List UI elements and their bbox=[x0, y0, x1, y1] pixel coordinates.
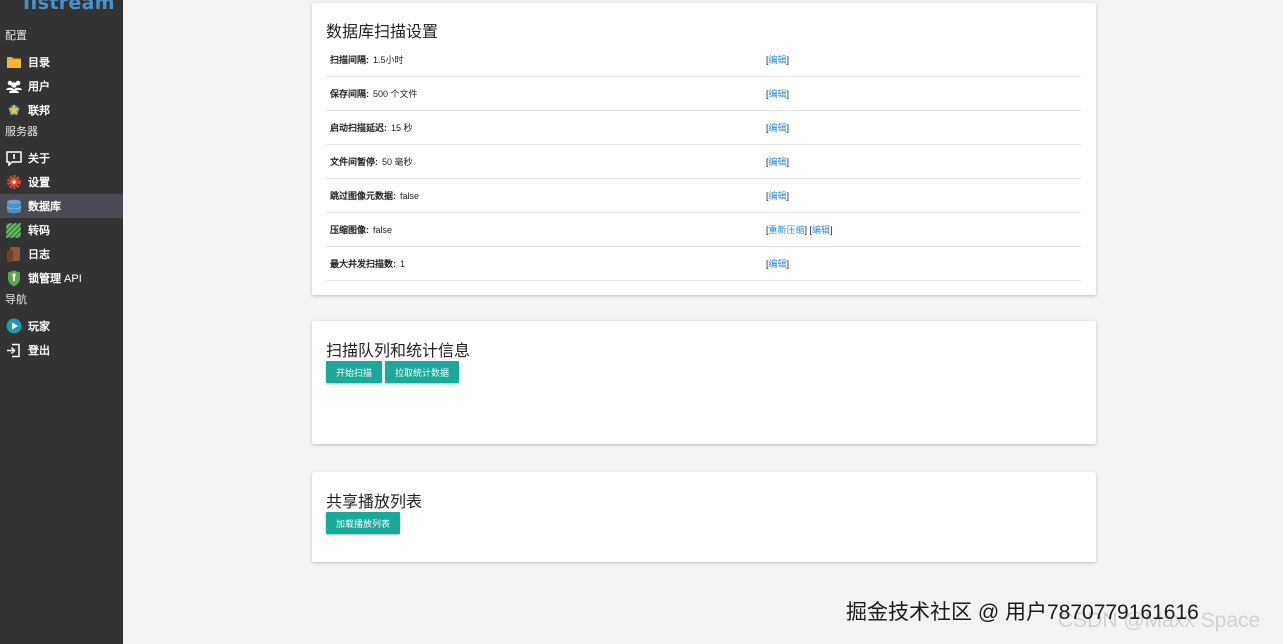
button-row: 加载播放列表 bbox=[326, 512, 1081, 534]
sidebar-item-label: 转码 bbox=[28, 225, 50, 237]
play-icon bbox=[5, 318, 22, 335]
start-scan-button[interactable]: 开始扫描 bbox=[326, 361, 383, 383]
nav-heading-server: 服务器 bbox=[5, 126, 38, 138]
setting-value: 15 秒 bbox=[391, 123, 413, 133]
card-title: 扫描队列和统计信息 bbox=[326, 343, 471, 360]
log-icon bbox=[5, 246, 22, 263]
sidebar-item-label: 目录 bbox=[28, 57, 50, 69]
sidebar-item-lock-api[interactable]: 锁管理 API bbox=[0, 266, 123, 290]
setting-value: false bbox=[400, 190, 420, 201]
setting-label: 跳过图像元数据: bbox=[330, 191, 396, 201]
setting-actions: [编辑] bbox=[766, 189, 790, 202]
sidebar-item-logs[interactable]: 日志 bbox=[0, 242, 123, 266]
info-icon bbox=[5, 150, 22, 167]
sidebar-item-users[interactable]: 用户 bbox=[0, 74, 123, 98]
edit-link[interactable]: 编辑 bbox=[812, 223, 830, 236]
edit-link[interactable]: 编辑 bbox=[769, 53, 787, 66]
setting-value: 500 个文件 bbox=[373, 89, 418, 99]
button-row: 开始扫描 拉取统计数据 bbox=[326, 361, 1081, 383]
gear-icon bbox=[5, 174, 22, 191]
edit-link[interactable]: 编辑 bbox=[769, 87, 787, 100]
sidebar-item-label: 日志 bbox=[28, 249, 50, 261]
folder-icon bbox=[5, 54, 22, 71]
setting-label: 文件间暂停: bbox=[330, 157, 378, 167]
sidebar-item-player[interactable]: 玩家 bbox=[0, 314, 123, 338]
setting-actions: [编辑] bbox=[766, 53, 790, 66]
sidebar-item-label: 设置 bbox=[28, 177, 50, 189]
sidebar-item-label: 用户 bbox=[28, 81, 50, 93]
settings-row-max-concurrent-scans: 最大并发扫描数: 1 [编辑] bbox=[326, 247, 1081, 281]
users-icon bbox=[5, 78, 22, 95]
sidebar-item-settings[interactable]: 设置 bbox=[0, 170, 123, 194]
db-scan-settings-card: 数据库扫描设置 扫描间隔: 1.5小时 [编辑] 保存间隔: 500 个文件 [… bbox=[312, 3, 1096, 295]
setting-actions: [编辑] bbox=[766, 121, 790, 134]
edit-link[interactable]: 编辑 bbox=[769, 121, 787, 134]
settings-row-file-pause: 文件间暂停: 50 毫秒 [编辑] bbox=[326, 145, 1081, 179]
edit-link[interactable]: 编辑 bbox=[769, 189, 787, 202]
recompress-link[interactable]: 重新压缩 bbox=[769, 223, 805, 236]
sidebar-item-label: 关于 bbox=[28, 153, 50, 165]
settings-row-startup-delay: 启动扫描延迟: 15 秒 [编辑] bbox=[326, 111, 1081, 145]
sidebar-item-label: 玩家 bbox=[28, 321, 50, 333]
setting-value: 1.5小时 bbox=[373, 55, 404, 65]
logout-icon bbox=[5, 342, 22, 359]
logo-text: IIstream bbox=[23, 0, 115, 14]
sidebar-item-label: 数据库 bbox=[28, 201, 61, 213]
lock-icon bbox=[5, 270, 22, 287]
setting-label: 启动扫描延迟: bbox=[330, 123, 387, 133]
setting-label: 最大并发扫描数: bbox=[330, 259, 396, 269]
setting-value: 1 bbox=[400, 258, 406, 269]
settings-row-save-interval: 保存间隔: 500 个文件 [编辑] bbox=[326, 77, 1081, 111]
load-playlists-button[interactable]: 加载播放列表 bbox=[326, 512, 401, 534]
sidebar-item-library[interactable]: 目录 bbox=[0, 50, 123, 74]
sidebar-item-transcode[interactable]: 转码 bbox=[0, 218, 123, 242]
settings-row-skip-image-metadata: 跳过图像元数据: false [编辑] bbox=[326, 179, 1081, 213]
database-icon bbox=[5, 198, 22, 215]
setting-value: false bbox=[373, 224, 393, 235]
sidebar-item-label: 联邦 bbox=[28, 105, 50, 117]
sidebar: IIstream 配置 目录 用户 联邦 服务器 关于 设置 数据库 转码 日志… bbox=[0, 0, 123, 644]
card-title: 数据库扫描设置 bbox=[326, 24, 439, 41]
nav-heading-config: 配置 bbox=[5, 30, 27, 42]
watermark: 掘金技术社区 @ 用户787077916161​6 bbox=[846, 601, 1199, 624]
card-title: 共享播放列表 bbox=[326, 494, 423, 511]
pull-stats-button[interactable]: 拉取统计数据 bbox=[385, 361, 460, 383]
setting-actions: [重新压缩] [编辑] bbox=[766, 223, 833, 236]
sidebar-item-about[interactable]: 关于 bbox=[0, 146, 123, 170]
settings-row-compress-images: 压缩图像: false [重新压缩] [编辑] bbox=[326, 213, 1081, 247]
setting-label: 保存间隔: bbox=[330, 89, 369, 99]
logo[interactable]: IIstream bbox=[0, 0, 123, 26]
settings-row-scan-interval: 扫描间隔: 1.5小时 [编辑] bbox=[326, 43, 1081, 77]
transcode-icon bbox=[5, 222, 22, 239]
scan-queue-card: 扫描队列和统计信息 开始扫描 拉取统计数据 bbox=[312, 321, 1096, 444]
shared-playlists-card: 共享播放列表 加载播放列表 bbox=[312, 472, 1096, 562]
sidebar-item-label: 锁管理 API bbox=[28, 273, 82, 285]
setting-actions: [编辑] bbox=[766, 257, 790, 270]
sidebar-item-logout[interactable]: 登出 bbox=[0, 338, 123, 362]
sidebar-item-database[interactable]: 数据库 bbox=[0, 194, 123, 218]
setting-actions: [编辑] bbox=[766, 87, 790, 100]
setting-actions: [编辑] bbox=[766, 155, 790, 168]
setting-label: 压缩图像: bbox=[330, 225, 369, 235]
setting-label: 扫描间隔: bbox=[330, 55, 369, 65]
nav-heading-navigation: 导航 bbox=[5, 294, 27, 306]
sidebar-item-federation[interactable]: 联邦 bbox=[0, 98, 123, 122]
federation-icon bbox=[5, 102, 22, 119]
edit-link[interactable]: 编辑 bbox=[769, 257, 787, 270]
edit-link[interactable]: 编辑 bbox=[769, 155, 787, 168]
setting-value: 50 毫秒 bbox=[382, 157, 413, 167]
sidebar-item-label: 登出 bbox=[28, 345, 50, 357]
